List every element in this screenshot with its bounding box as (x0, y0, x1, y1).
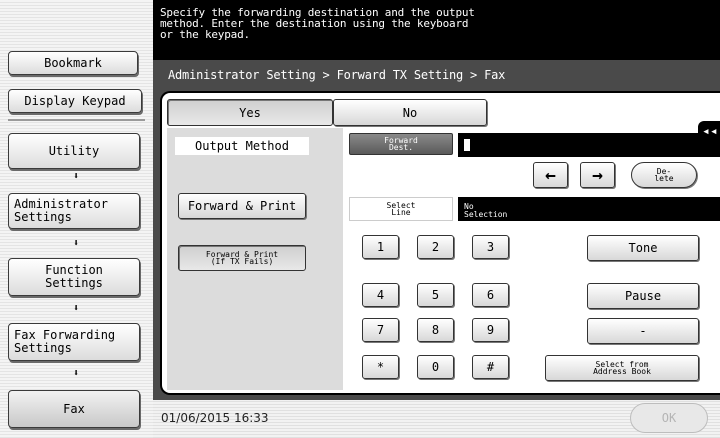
pause-button[interactable]: Pause (587, 283, 699, 309)
tone-button[interactable]: Tone (587, 235, 699, 261)
side-panel-tab-icon[interactable]: ◂◂ (698, 121, 720, 151)
nav-administrator-settings-button[interactable]: Administrator Settings (8, 193, 140, 229)
select-line-field[interactable]: No Selection (458, 197, 720, 221)
text-cursor (464, 139, 470, 151)
delete-button[interactable]: De- lete (631, 162, 697, 188)
key-0-button[interactable]: 0 (417, 355, 454, 379)
output-method-heading: Output Method (175, 137, 309, 155)
cursor-left-button[interactable]: ← (533, 162, 568, 188)
key-hash-button[interactable]: # (472, 355, 509, 379)
nav-down-arrow-icon: ⬇ (72, 303, 80, 314)
display-keypad-button[interactable]: Display Keypad (8, 89, 142, 113)
ok-button[interactable]: OK (630, 403, 708, 433)
key-1-button[interactable]: 1 (362, 235, 399, 259)
key-2-button[interactable]: 2 (417, 235, 454, 259)
key-7-button[interactable]: 7 (362, 318, 399, 342)
status-bar: 01/06/2015 16:33 OK (153, 400, 720, 438)
yes-button[interactable]: Yes (167, 99, 333, 126)
breadcrumb: Administrator Setting > Forward TX Setti… (168, 68, 506, 82)
instruction-header: Specify the forwarding destination and t… (153, 0, 720, 60)
nav-down-arrow-icon: ⬇ (72, 368, 80, 379)
select-from-address-book-button[interactable]: Select from Address Book (545, 355, 699, 381)
cursor-right-button[interactable]: → (580, 162, 615, 188)
dash-button[interactable]: - (587, 318, 699, 344)
select-line-label: Select Line (349, 197, 453, 221)
settings-frame: Administrator Setting > Forward TX Setti… (153, 60, 720, 400)
forward-dest-label: Forward Dest. (349, 133, 453, 155)
sidebar-divider (8, 119, 145, 121)
key-5-button[interactable]: 5 (417, 283, 454, 307)
sidebar: Bookmark Display Keypad Utility ⬇ Admini… (0, 0, 153, 438)
forward-and-print-if-tx-fails-button[interactable]: Forward & Print (If TX Fails) (178, 245, 306, 271)
nav-down-arrow-icon: ⬇ (72, 238, 80, 249)
instruction-message: Specify the forwarding destination and t… (160, 6, 475, 41)
key-4-button[interactable]: 4 (362, 283, 399, 307)
nav-function-settings-button[interactable]: Function Settings (8, 258, 140, 296)
key-3-button[interactable]: 3 (472, 235, 509, 259)
no-button[interactable]: No (333, 99, 487, 126)
forward-and-print-button[interactable]: Forward & Print (178, 193, 306, 219)
settings-panel: Yes No Output Method Forward & Print For… (160, 91, 720, 395)
key-star-button[interactable]: * (362, 355, 399, 379)
forward-dest-field[interactable] (458, 133, 720, 157)
nav-down-arrow-icon: ⬇ (72, 171, 80, 182)
key-8-button[interactable]: 8 (417, 318, 454, 342)
key-9-button[interactable]: 9 (472, 318, 509, 342)
nav-fax-button[interactable]: Fax (8, 390, 140, 428)
bookmark-button[interactable]: Bookmark (8, 51, 138, 75)
key-6-button[interactable]: 6 (472, 283, 509, 307)
date-time: 01/06/2015 16:33 (161, 411, 269, 425)
nav-fax-forwarding-settings-button[interactable]: Fax Forwarding Settings (8, 323, 140, 361)
nav-utility-button[interactable]: Utility (8, 133, 140, 169)
